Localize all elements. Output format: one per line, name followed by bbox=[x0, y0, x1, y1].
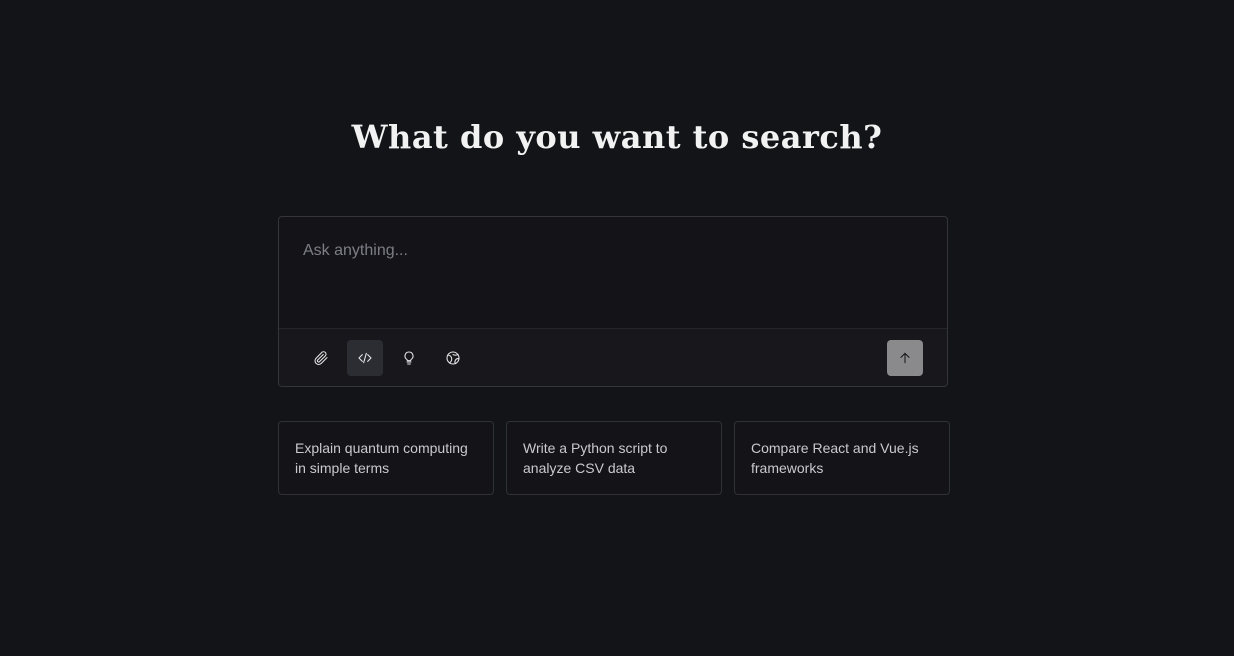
search-input[interactable] bbox=[279, 217, 947, 328]
think-button[interactable] bbox=[391, 340, 427, 376]
send-button[interactable] bbox=[887, 340, 923, 376]
paperclip-icon bbox=[314, 351, 328, 366]
code-button[interactable] bbox=[347, 340, 383, 376]
globe-icon bbox=[446, 351, 460, 365]
suggestion-card[interactable]: Write a Python script to analyze CSV dat… bbox=[506, 421, 722, 495]
search-composer bbox=[278, 216, 948, 387]
arrow-up-icon bbox=[900, 352, 910, 364]
suggestion-card[interactable]: Explain quantum computing in simple term… bbox=[278, 421, 494, 495]
composer-toolbar bbox=[279, 328, 947, 386]
suggestion-card[interactable]: Compare React and Vue.js frameworks bbox=[734, 421, 950, 495]
suggestion-list: Explain quantum computing in simple term… bbox=[278, 421, 950, 495]
attach-button[interactable] bbox=[303, 340, 339, 376]
web-search-button[interactable] bbox=[435, 340, 471, 376]
lightbulb-icon bbox=[404, 351, 414, 365]
code-icon bbox=[358, 352, 372, 364]
page: What do you want to search? Ask anything… bbox=[0, 0, 1234, 656]
page-headline: What do you want to search? bbox=[351, 118, 883, 156]
